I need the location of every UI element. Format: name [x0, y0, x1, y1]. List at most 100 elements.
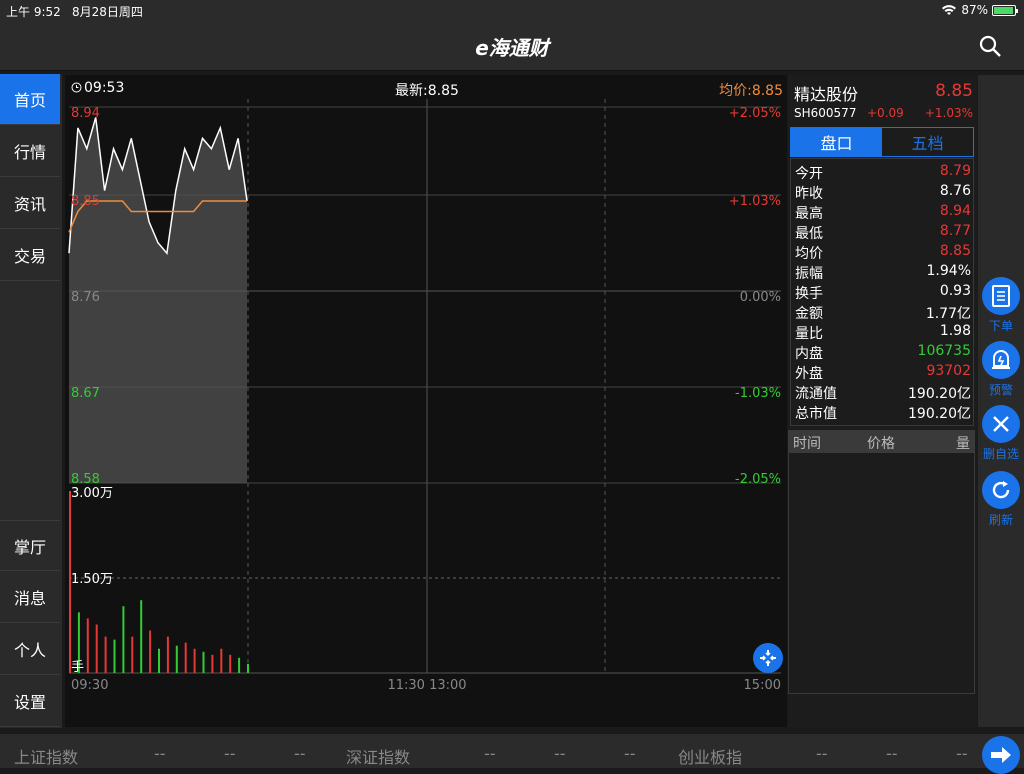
action-bar: 下单 预警 删自选 刷新 [978, 75, 1024, 727]
refresh-icon [982, 471, 1020, 509]
remove-watchlist-button[interactable]: 删自选 [980, 405, 1022, 462]
volume-bar [158, 648, 160, 673]
sidebar: 首页 行情 资讯 交易 掌厅 消息 个人 设置 [0, 74, 62, 728]
order-icon [982, 277, 1020, 315]
sidebar-item-news[interactable]: 资讯 [0, 178, 60, 229]
stat-label: 总市值 [795, 406, 837, 422]
stat-row: 最低 8.77 [795, 223, 971, 243]
next-button[interactable] [982, 736, 1020, 774]
status-date: 8月28日周四 [72, 5, 143, 19]
price-tick-label: 8.76 [71, 290, 100, 305]
stock-price: 8.85 [935, 81, 973, 101]
volume-bar [166, 636, 169, 673]
order-label: 下单 [988, 319, 1013, 333]
price-tick-label: 8.58 [71, 472, 100, 487]
stock-code: SH600577 [794, 106, 857, 120]
refresh-label: 刷新 [988, 513, 1013, 527]
search-icon[interactable] [978, 34, 1002, 58]
stats-table: 今开 8.79 昨收 8.76 最高 8.94 最低 8.77 均价 8.85 振幅 1.94% 换手 0… [790, 158, 974, 426]
sidebar-item-settings[interactable]: 设置 [0, 676, 60, 727]
trade-table-header: 时间 价格 量 [789, 431, 974, 453]
order-button[interactable]: 下单 [980, 277, 1022, 334]
intraday-chart-pane[interactable]: 09:53 最新:8.85 均价:8.85 8.94 8.85 8.76 8.67 8.… [65, 75, 787, 727]
index-value-2: -- [224, 744, 236, 763]
volume-bar [220, 648, 223, 673]
volume-bar [95, 624, 98, 673]
stock-info-pane: 精达股份 8.85 SH600577 +0.09 +1.03% 盘口 五档 今开… [788, 75, 977, 727]
index-value-3: -- [956, 744, 968, 763]
stat-label: 换手 [795, 286, 823, 302]
chart-time: 09:53 [84, 80, 125, 96]
index-value-3: -- [624, 744, 636, 763]
volume-bar [122, 606, 125, 673]
sidebar-item-trade[interactable]: 交易 [0, 230, 60, 281]
volume-bar [193, 648, 196, 673]
sidebar-item-messages[interactable]: 消息 [0, 572, 60, 623]
volume-bar [184, 642, 187, 673]
price-tick-label: 8.94 [71, 106, 100, 121]
stat-row: 最高 8.94 [795, 203, 971, 223]
volume-bar [202, 651, 205, 673]
column-header-price: 价格 [867, 436, 895, 452]
stat-row: 量比 1.98 [795, 323, 971, 343]
stat-value: 8.79 [939, 163, 971, 179]
stat-value: 8.85 [939, 243, 971, 259]
index-name-shanghai[interactable]: 上证指数 [14, 744, 78, 768]
percent-tick-label: -2.05% [735, 472, 781, 487]
remove-watchlist-label: 删自选 [982, 447, 1019, 461]
sidebar-item-market[interactable]: 行情 [0, 126, 60, 177]
stat-row: 流通值 190.20亿 [795, 383, 971, 403]
fullscreen-icon [760, 650, 776, 666]
volume-unit-label: 手 [71, 660, 84, 675]
stat-row: 外盘 93702 [795, 363, 971, 383]
volume-bar [86, 618, 89, 673]
sidebar-item-home[interactable]: 首页 [0, 74, 60, 125]
x-tick-label: 09:30 [71, 678, 108, 693]
alert-button[interactable]: 预警 [980, 341, 1022, 398]
sidebar-item-profile[interactable]: 个人 [0, 624, 60, 675]
fullscreen-button[interactable] [753, 643, 783, 673]
stat-value: 8.77 [939, 223, 971, 239]
x-tick-label: 11:30 13:00 [387, 678, 466, 693]
stat-value: 1.98 [939, 323, 971, 339]
tab-five-levels[interactable]: 五档 [882, 128, 973, 156]
sidebar-item-label: 个人 [13, 641, 46, 660]
sidebar-item-label: 交易 [13, 247, 46, 266]
quote-tabs: 盘口 五档 [790, 127, 974, 157]
index-name-chinext[interactable]: 创业板指 [678, 744, 742, 768]
index-value-1: -- [484, 744, 496, 763]
price-tick-label: 8.67 [71, 386, 100, 401]
stat-label: 振幅 [795, 266, 823, 282]
stat-value: 190.20亿 [908, 406, 971, 422]
volume-bar [247, 663, 249, 673]
refresh-button[interactable]: 刷新 [980, 471, 1022, 528]
sidebar-item-hall[interactable]: 掌厅 [0, 520, 60, 571]
volume-bar [229, 654, 232, 673]
index-value-2: -- [886, 744, 898, 763]
percent-tick-label: +1.03% [729, 194, 781, 209]
volume-bar [104, 636, 107, 673]
sidebar-item-label: 设置 [13, 693, 46, 712]
index-value-1: -- [816, 744, 828, 763]
stat-label: 今开 [795, 166, 823, 182]
sidebar-item-label: 资讯 [13, 195, 46, 214]
sidebar-item-label: 消息 [13, 589, 46, 608]
stat-value: 1.77亿 [925, 306, 971, 322]
volume-bar [140, 600, 143, 673]
stat-label: 昨收 [795, 186, 823, 202]
index-name-shenzhen[interactable]: 深证指数 [346, 744, 410, 768]
stat-label: 最低 [795, 226, 823, 242]
battery-icon [992, 4, 1018, 16]
sidebar-item-label: 行情 [13, 143, 46, 162]
stat-value: 0.93 [939, 283, 971, 299]
trade-ticks-table[interactable]: 时间 价格 量 [788, 430, 975, 694]
stat-row: 今开 8.79 [795, 163, 971, 183]
chart-avg: 均价:8.85 [719, 83, 783, 99]
volume-bar [211, 654, 214, 673]
tab-handicap[interactable]: 盘口 [791, 128, 882, 156]
stat-row: 振幅 1.94% [795, 263, 971, 283]
stock-change: +0.09 [867, 106, 904, 120]
index-value-2: -- [554, 744, 566, 763]
alarm-icon [982, 341, 1020, 379]
percent-tick-label: -1.03% [735, 386, 781, 401]
